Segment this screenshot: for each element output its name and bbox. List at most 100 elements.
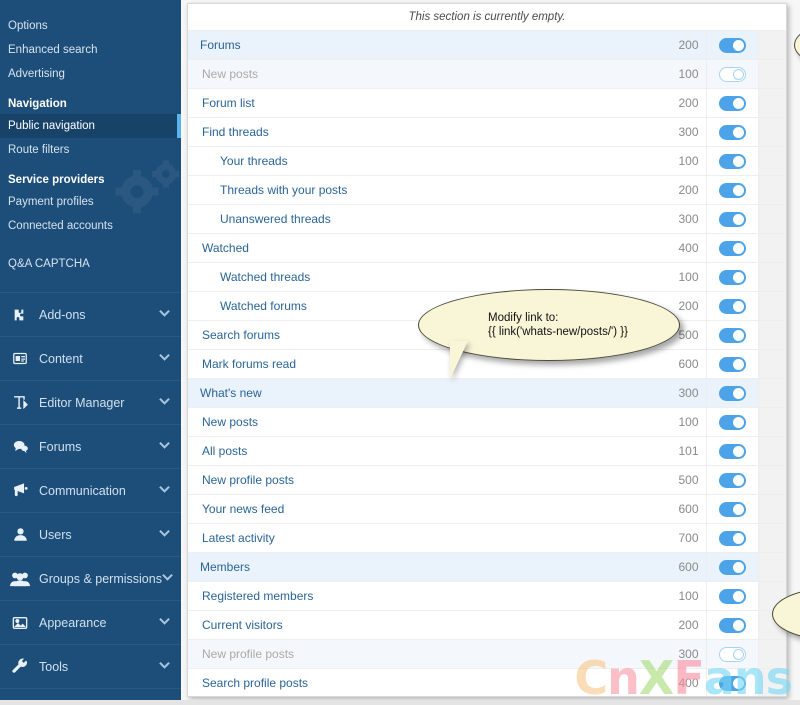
table-row[interactable]: Your threads 100 (188, 146, 786, 176)
drag-handle-cell[interactable] (757, 30, 786, 60)
nav-entry-toggle-cell[interactable] (705, 581, 758, 611)
nav-entry-label[interactable]: Your news feed (188, 494, 660, 524)
nav-entry-toggle-cell[interactable] (705, 117, 758, 147)
nav-entry-toggle-cell[interactable] (705, 59, 758, 89)
nav-entry-label[interactable]: Unanswered threads (188, 204, 660, 234)
nav-entry-label[interactable]: New posts (188, 407, 660, 437)
drag-handle-cell[interactable] (757, 262, 786, 292)
toggle-switch-on[interactable] (718, 617, 746, 633)
sidebar-item-advertising[interactable]: Advertising (0, 62, 181, 86)
toggle-switch-on[interactable] (718, 675, 746, 691)
sidebar-item-payment-profiles[interactable]: Payment profiles (0, 190, 181, 214)
nav-entry-label[interactable]: Forum list (188, 88, 660, 118)
drag-handle-cell[interactable] (757, 175, 786, 205)
sidebar-section-appearance[interactable]: Appearance (0, 600, 181, 644)
drag-handle-cell[interactable] (757, 59, 786, 89)
nav-entry-label[interactable]: Watched threads (188, 262, 660, 292)
nav-entry-toggle-cell[interactable] (705, 30, 758, 60)
chevron-down-icon[interactable] (162, 573, 174, 584)
drag-handle-cell[interactable] (757, 320, 786, 350)
nav-entry-toggle-cell[interactable] (705, 262, 758, 292)
nav-entry-toggle-cell[interactable] (705, 349, 758, 379)
nav-entry-label[interactable]: Registered members (188, 581, 660, 611)
nav-entry-label[interactable]: Your threads (188, 146, 660, 176)
sidebar-item-route-filters[interactable]: Route filters (0, 138, 181, 162)
sidebar-section-users[interactable]: Users (0, 512, 181, 556)
sidebar-item-public-navigation[interactable]: Public navigation (0, 114, 181, 138)
drag-handle-cell[interactable] (757, 552, 786, 582)
drag-handle-cell[interactable] (757, 349, 786, 379)
nav-entry-toggle-cell[interactable] (705, 494, 758, 524)
nav-entry-label[interactable]: Find threads (188, 117, 660, 147)
sidebar-item-connected-accounts[interactable]: Connected accounts (0, 214, 181, 238)
drag-handle-cell[interactable] (757, 639, 786, 669)
nav-entry-label[interactable]: Current visitors (188, 610, 660, 640)
toggle-switch-on[interactable] (718, 211, 746, 227)
table-row[interactable]: New profile posts 300 (188, 639, 786, 669)
nav-entry-label[interactable]: New profile posts (188, 465, 660, 495)
toggle-switch-on[interactable] (718, 530, 746, 546)
drag-handle-cell[interactable] (757, 494, 786, 524)
sidebar-item-qa-captcha[interactable]: Q&A CAPTCHA (0, 252, 181, 276)
sidebar-section-content[interactable]: Content (0, 336, 181, 380)
table-row[interactable]: New posts 100 (188, 59, 786, 89)
table-row[interactable]: Registered members 100 (188, 581, 786, 611)
nav-entry-toggle-cell[interactable] (705, 175, 758, 205)
nav-entry-label[interactable]: Members (188, 552, 660, 582)
nav-entry-toggle-cell[interactable] (705, 523, 758, 553)
toggle-switch-on[interactable] (718, 298, 746, 314)
toggle-switch-on[interactable] (718, 501, 746, 517)
table-row[interactable]: Forum list 200 (188, 88, 786, 118)
toggle-switch-on[interactable] (718, 588, 746, 604)
toggle-switch-on[interactable] (718, 385, 746, 401)
nav-entry-label[interactable]: New profile posts (188, 639, 660, 669)
table-row[interactable]: Search profile posts 400 (188, 668, 786, 696)
nav-entry-label[interactable]: New posts (188, 59, 660, 89)
sidebar-section-groups-permissions[interactable]: Groups & permissions (0, 556, 181, 600)
chevron-down-icon[interactable] (159, 397, 171, 408)
toggle-switch-on[interactable] (718, 240, 746, 256)
table-row[interactable]: Latest activity 700 (188, 523, 786, 553)
toggle-switch-on[interactable] (718, 269, 746, 285)
table-row[interactable]: Find threads 300 (188, 117, 786, 147)
table-row[interactable]: Watched threads 100 (188, 262, 786, 292)
sidebar-section-tools[interactable]: Tools (0, 644, 181, 688)
table-row[interactable]: New posts 100 (188, 407, 786, 437)
drag-handle-cell[interactable] (757, 146, 786, 176)
nav-entry-toggle-cell[interactable] (705, 407, 758, 437)
chevron-down-icon[interactable] (159, 485, 171, 496)
drag-handle-cell[interactable] (757, 291, 786, 321)
nav-entry-toggle-cell[interactable] (705, 146, 758, 176)
table-row[interactable]: All posts 101 (188, 436, 786, 466)
toggle-switch-on[interactable] (718, 414, 746, 430)
drag-handle-cell[interactable] (757, 233, 786, 263)
toggle-switch-on[interactable] (718, 182, 746, 198)
toggle-switch-off[interactable] (718, 66, 746, 82)
table-row[interactable]: Forums 200 (188, 30, 786, 60)
table-row[interactable]: Unanswered threads 300 (188, 204, 786, 234)
drag-handle-cell[interactable] (757, 407, 786, 437)
toggle-switch-off[interactable] (718, 646, 746, 662)
chevron-down-icon[interactable] (159, 353, 171, 364)
table-row[interactable]: Watched 400 (188, 233, 786, 263)
toggle-switch-on[interactable] (718, 37, 746, 53)
drag-handle-cell[interactable] (757, 523, 786, 553)
drag-handle-cell[interactable] (757, 436, 786, 466)
toggle-switch-on[interactable] (718, 356, 746, 372)
chevron-down-icon[interactable] (159, 309, 171, 320)
toggle-switch-on[interactable] (718, 559, 746, 575)
sidebar-section-communication[interactable]: Communication (0, 468, 181, 512)
nav-entry-toggle-cell[interactable] (705, 668, 758, 696)
sidebar-item-options[interactable]: Options (0, 14, 181, 38)
nav-entry-toggle-cell[interactable] (705, 552, 758, 582)
drag-handle-cell[interactable] (757, 378, 786, 408)
nav-entry-toggle-cell[interactable] (705, 291, 758, 321)
nav-entry-toggle-cell[interactable] (705, 320, 758, 350)
nav-entry-label[interactable]: Threads with your posts (188, 175, 660, 205)
chevron-down-icon[interactable] (159, 617, 171, 628)
chevron-down-icon[interactable] (159, 529, 171, 540)
sidebar-section-add-ons[interactable]: Add-ons (0, 292, 181, 336)
table-row[interactable]: New profile posts 500 (188, 465, 786, 495)
nav-entry-toggle-cell[interactable] (705, 610, 758, 640)
toggle-switch-on[interactable] (718, 472, 746, 488)
